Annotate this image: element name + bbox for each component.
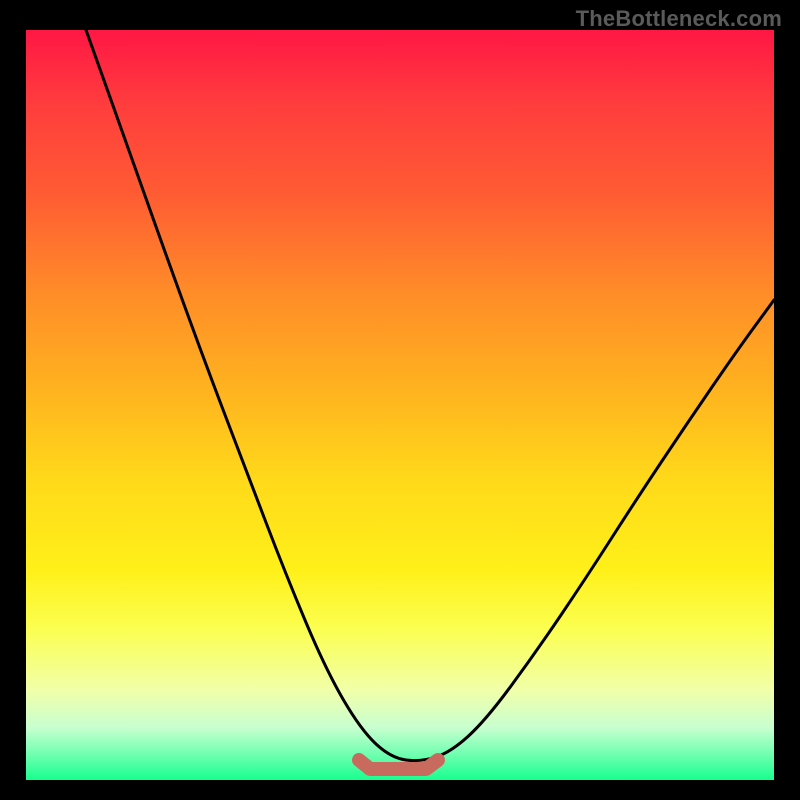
flat-bottom-marker xyxy=(359,760,438,769)
plot-area xyxy=(26,30,774,780)
watermark-text: TheBottleneck.com xyxy=(576,6,782,32)
chart-svg xyxy=(26,30,774,780)
bottleneck-curve xyxy=(86,30,774,761)
chart-container: TheBottleneck.com xyxy=(0,0,800,800)
